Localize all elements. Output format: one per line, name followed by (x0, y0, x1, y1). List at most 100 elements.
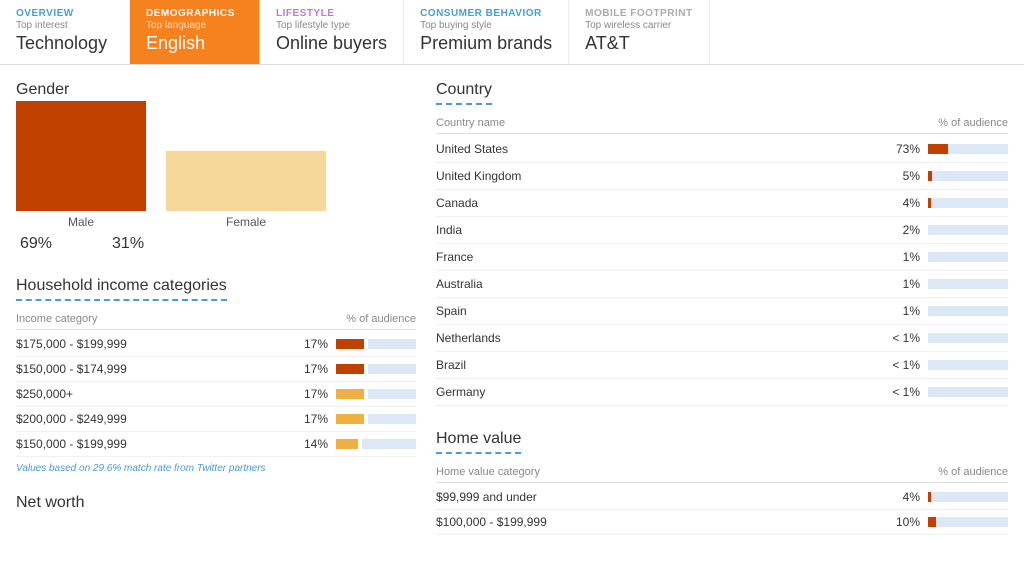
country-row: Brazil < 1% (436, 352, 1008, 379)
income-row: $175,000 - $199,999 17% (16, 332, 416, 357)
gender-section: Gender Male Female 69% 31% (16, 81, 416, 253)
income-row-label: $150,000 - $199,999 (16, 437, 284, 451)
country-row-name: Germany (436, 385, 872, 399)
male-bar (16, 101, 146, 211)
income-row-pct: 17% (292, 337, 328, 351)
income-col1: Income category (16, 313, 97, 325)
country-bar-wrap (928, 171, 1008, 181)
country-row-pct: 5% (880, 169, 920, 183)
country-row: Spain 1% (436, 298, 1008, 325)
tab-mobile-subtitle: Top wireless carrier (585, 20, 692, 31)
tab-mobile-value: AT&T (585, 33, 692, 54)
income-bar-wrap (336, 364, 416, 374)
country-row: Germany < 1% (436, 379, 1008, 406)
home-value-header: Home value category % of audience (436, 462, 1008, 483)
home-bar-bg (931, 492, 1008, 502)
gender-chart: Male Female (16, 109, 416, 229)
country-row: India 2% (436, 217, 1008, 244)
country-row: Australia 1% (436, 271, 1008, 298)
income-bar-wrap (336, 439, 416, 449)
tab-overview-subtitle: Top interest (16, 20, 113, 31)
male-label: Male (68, 215, 94, 229)
male-pct: 69% (20, 235, 52, 253)
tab-lifestyle-label: LIFESTYLE (276, 8, 387, 19)
country-row-pct: < 1% (880, 358, 920, 372)
country-row-pct: 4% (880, 196, 920, 210)
country-row-name: Australia (436, 277, 872, 291)
country-bar-wrap (928, 360, 1008, 370)
income-bar-wrap (336, 339, 416, 349)
tab-overview-label: OVERVIEW (16, 8, 113, 19)
income-row-label: $175,000 - $199,999 (16, 337, 284, 351)
home-value-rows: $99,999 and under 4% $100,000 - $199,999… (436, 485, 1008, 535)
top-navigation: OVERVIEW Top interest Technology DEMOGRA… (0, 0, 1024, 65)
country-bar-wrap (928, 279, 1008, 289)
income-section: Household income categories Income categ… (16, 277, 416, 474)
home-value-row: $100,000 - $199,999 10% (436, 510, 1008, 535)
income-bar-fill (336, 439, 358, 449)
net-worth-title: Net worth (16, 494, 416, 512)
tab-consumer-subtitle: Top buying style (420, 20, 552, 31)
income-bar-bg (368, 414, 416, 424)
income-bar-bg (368, 389, 416, 399)
home-bar-fill (928, 517, 936, 527)
tab-consumer-value: Premium brands (420, 33, 552, 54)
country-row-name: Brazil (436, 358, 872, 372)
income-row-label: $250,000+ (16, 387, 284, 401)
income-note: Values based on 29.6% match rate from Tw… (16, 463, 416, 474)
tab-demographics-label: DEMOGRAPHICS (146, 8, 243, 19)
tab-mobile-label: MOBILE FOOTPRINT (585, 8, 692, 19)
home-row-pct: 10% (880, 515, 920, 529)
home-col1: Home value category (436, 466, 540, 478)
country-bar-bg (928, 225, 1008, 235)
home-row-label: $100,000 - $199,999 (436, 515, 872, 529)
income-bar-bg (368, 339, 416, 349)
country-row-pct: 1% (880, 277, 920, 291)
tab-overview[interactable]: OVERVIEW Top interest Technology (0, 0, 130, 64)
country-row-name: Spain (436, 304, 872, 318)
income-row-label: $200,000 - $249,999 (16, 412, 284, 426)
male-bar-wrap: Male (16, 101, 146, 229)
country-row-name: United States (436, 142, 872, 156)
home-bar-wrap (928, 492, 1008, 502)
country-row: United States 73% (436, 136, 1008, 163)
country-bar-bg (928, 387, 1008, 397)
income-row-pct: 17% (292, 387, 328, 401)
country-bar-bg (928, 279, 1008, 289)
country-bar-wrap (928, 225, 1008, 235)
country-row: Netherlands < 1% (436, 325, 1008, 352)
tab-demographics[interactable]: DEMOGRAPHICS Top language English (130, 0, 260, 64)
country-bar-wrap (928, 198, 1008, 208)
tab-lifestyle-value: Online buyers (276, 33, 387, 54)
gender-title: Gender (16, 81, 416, 99)
income-rows: $175,000 - $199,999 17% $150,000 - $174,… (16, 332, 416, 457)
income-table-header: Income category % of audience (16, 309, 416, 330)
country-row-pct: 1% (880, 304, 920, 318)
tab-mobile[interactable]: MOBILE FOOTPRINT Top wireless carrier AT… (569, 0, 709, 64)
country-row-name: United Kingdom (436, 169, 872, 183)
income-bar-fill (336, 364, 364, 374)
income-row: $200,000 - $249,999 17% (16, 407, 416, 432)
country-row-pct: 1% (880, 250, 920, 264)
tab-consumer[interactable]: CONSUMER BEHAVIOR Top buying style Premi… (404, 0, 569, 64)
tab-lifestyle[interactable]: LIFESTYLE Top lifestyle type Online buye… (260, 0, 404, 64)
country-bar-bg (932, 171, 1008, 181)
country-row-pct: 2% (880, 223, 920, 237)
country-row: France 1% (436, 244, 1008, 271)
country-bar-wrap (928, 306, 1008, 316)
country-col1: Country name (436, 117, 505, 129)
country-bar-bg (948, 144, 1008, 154)
country-bar-bg (928, 252, 1008, 262)
tab-consumer-label: CONSUMER BEHAVIOR (420, 8, 552, 19)
income-col2: % of audience (346, 313, 416, 325)
home-row-label: $99,999 and under (436, 490, 872, 504)
home-bar-wrap (928, 517, 1008, 527)
tab-overview-value: Technology (16, 33, 113, 54)
right-panel: Country Country name % of audience Unite… (436, 81, 1008, 535)
left-panel: Gender Male Female 69% 31% Household inc… (16, 81, 416, 535)
gender-pct-row: 69% 31% (16, 235, 416, 253)
home-col2: % of audience (938, 466, 1008, 478)
main-content: Gender Male Female 69% 31% Household inc… (0, 65, 1024, 551)
female-bar-wrap: Female (166, 151, 326, 229)
income-row-label: $150,000 - $174,999 (16, 362, 284, 376)
